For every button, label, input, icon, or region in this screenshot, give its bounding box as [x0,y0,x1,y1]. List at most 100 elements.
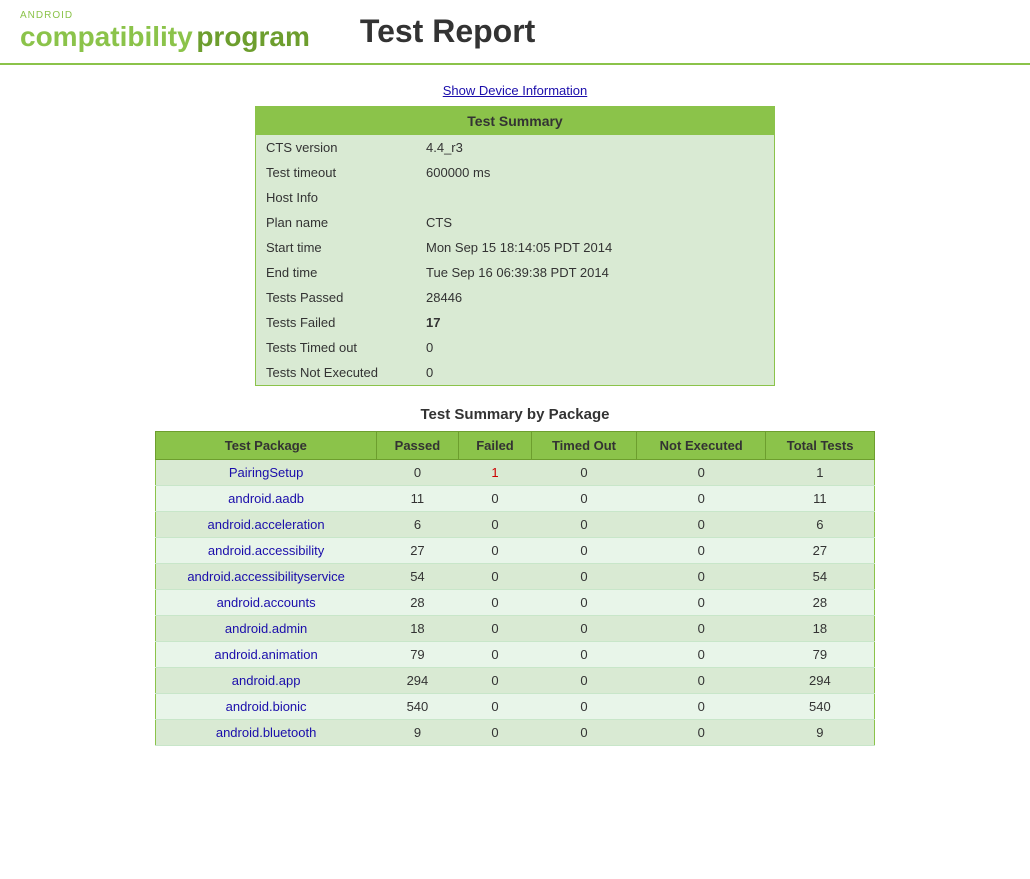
pkg-row: android.app294000294 [156,668,875,694]
summary-row: CTS version4.4_r3 [256,135,774,160]
summary-label: Tests Failed [256,310,416,335]
pkg-failed: 0 [459,694,532,720]
pkg-col-header: Failed [459,432,532,460]
logo-android-text: ANDROID [20,10,310,21]
pkg-link[interactable]: android.accessibility [208,543,324,558]
pkg-row: android.animation7900079 [156,642,875,668]
pkg-timed_out: 0 [531,642,636,668]
pkg-summary-title: Test Summary by Package [20,406,1010,423]
pkg-link[interactable]: android.bionic [226,699,307,714]
pkg-col-header: Total Tests [766,432,875,460]
pkg-col-header: Not Executed [637,432,766,460]
summary-value: Mon Sep 15 18:14:05 PDT 2014 [416,235,774,260]
pkg-not_executed: 0 [637,642,766,668]
pkg-name: android.acceleration [156,512,377,538]
pkg-failed: 0 [459,668,532,694]
pkg-passed: 9 [376,720,458,746]
pkg-name: android.animation [156,642,377,668]
pkg-total: 9 [766,720,875,746]
summary-label: Tests Not Executed [256,360,416,385]
pkg-not_executed: 0 [637,668,766,694]
pkg-failed: 0 [459,564,532,590]
pkg-name: android.accessibilityservice [156,564,377,590]
summary-row: Host Info [256,185,774,210]
pkg-col-header: Passed [376,432,458,460]
pkg-total: 11 [766,486,875,512]
summary-table: CTS version4.4_r3Test timeout600000 msHo… [256,135,774,385]
summary-value: 4.4_r3 [416,135,774,160]
pkg-timed_out: 0 [531,720,636,746]
pkg-total: 28 [766,590,875,616]
test-summary-container: Test Summary CTS version4.4_r3Test timeo… [255,106,775,386]
summary-row: Tests Failed17 [256,310,774,335]
pkg-name: android.bionic [156,694,377,720]
pkg-timed_out: 0 [531,694,636,720]
pkg-link[interactable]: android.admin [225,621,307,636]
logo-area: ANDROID compatibility program [20,10,310,53]
summary-row: End timeTue Sep 16 06:39:38 PDT 2014 [256,260,774,285]
pkg-timed_out: 0 [531,590,636,616]
pkg-link[interactable]: android.accessibilityservice [187,569,345,584]
pkg-passed: 79 [376,642,458,668]
pkg-timed_out: 0 [531,460,636,486]
pkg-failed: 1 [459,460,532,486]
pkg-failed: 0 [459,538,532,564]
pkg-passed: 28 [376,590,458,616]
pkg-not_executed: 0 [637,460,766,486]
summary-value [416,185,774,210]
pkg-col-header: Test Package [156,432,377,460]
pkg-link[interactable]: android.aadb [228,491,304,506]
pkg-not_executed: 0 [637,694,766,720]
pkg-link[interactable]: android.animation [214,647,317,662]
pkg-failed: 0 [459,590,532,616]
pkg-passed: 11 [376,486,458,512]
pkg-row: android.acceleration60006 [156,512,875,538]
summary-title: Test Summary [256,107,774,135]
pkg-total: 54 [766,564,875,590]
summary-label: Tests Passed [256,285,416,310]
pkg-row: android.aadb1100011 [156,486,875,512]
summary-value: CTS [416,210,774,235]
pkg-row: android.accessibilityservice5400054 [156,564,875,590]
pkg-name: android.app [156,668,377,694]
pkg-total: 540 [766,694,875,720]
summary-label: Tests Timed out [256,335,416,360]
pkg-failed: 0 [459,512,532,538]
pkg-total: 1 [766,460,875,486]
pkg-passed: 18 [376,616,458,642]
pkg-row: android.accessibility2700027 [156,538,875,564]
logo-compat-text: compatibility [20,21,193,52]
pkg-name: android.accounts [156,590,377,616]
summary-label: Start time [256,235,416,260]
pkg-timed_out: 0 [531,668,636,694]
pkg-link[interactable]: PairingSetup [229,465,303,480]
summary-row: Test timeout600000 ms [256,160,774,185]
pkg-link[interactable]: android.bluetooth [216,725,316,740]
show-device-info-link[interactable]: Show Device Information [443,83,588,98]
pkg-not_executed: 0 [637,720,766,746]
summary-label: Test timeout [256,160,416,185]
pkg-total: 27 [766,538,875,564]
pkg-timed_out: 0 [531,538,636,564]
pkg-timed_out: 0 [531,616,636,642]
summary-row: Tests Timed out0 [256,335,774,360]
pkg-link[interactable]: android.app [232,673,301,688]
pkg-not_executed: 0 [637,486,766,512]
content: Show Device Information Test Summary CTS… [0,65,1030,756]
pkg-passed: 6 [376,512,458,538]
pkg-link[interactable]: android.acceleration [208,517,325,532]
summary-row: Tests Passed28446 [256,285,774,310]
summary-value: 28446 [416,285,774,310]
pkg-table: Test PackagePassedFailedTimed OutNot Exe… [155,431,875,746]
pkg-failed: 0 [459,486,532,512]
pkg-row: android.admin1800018 [156,616,875,642]
pkg-col-header: Timed Out [531,432,636,460]
header: ANDROID compatibility program Test Repor… [0,0,1030,65]
pkg-passed: 294 [376,668,458,694]
summary-value: 0 [416,335,774,360]
summary-value: 600000 ms [416,160,774,185]
summary-row: Tests Not Executed0 [256,360,774,385]
pkg-row: PairingSetup01001 [156,460,875,486]
pkg-link[interactable]: android.accounts [217,595,316,610]
summary-value: Tue Sep 16 06:39:38 PDT 2014 [416,260,774,285]
